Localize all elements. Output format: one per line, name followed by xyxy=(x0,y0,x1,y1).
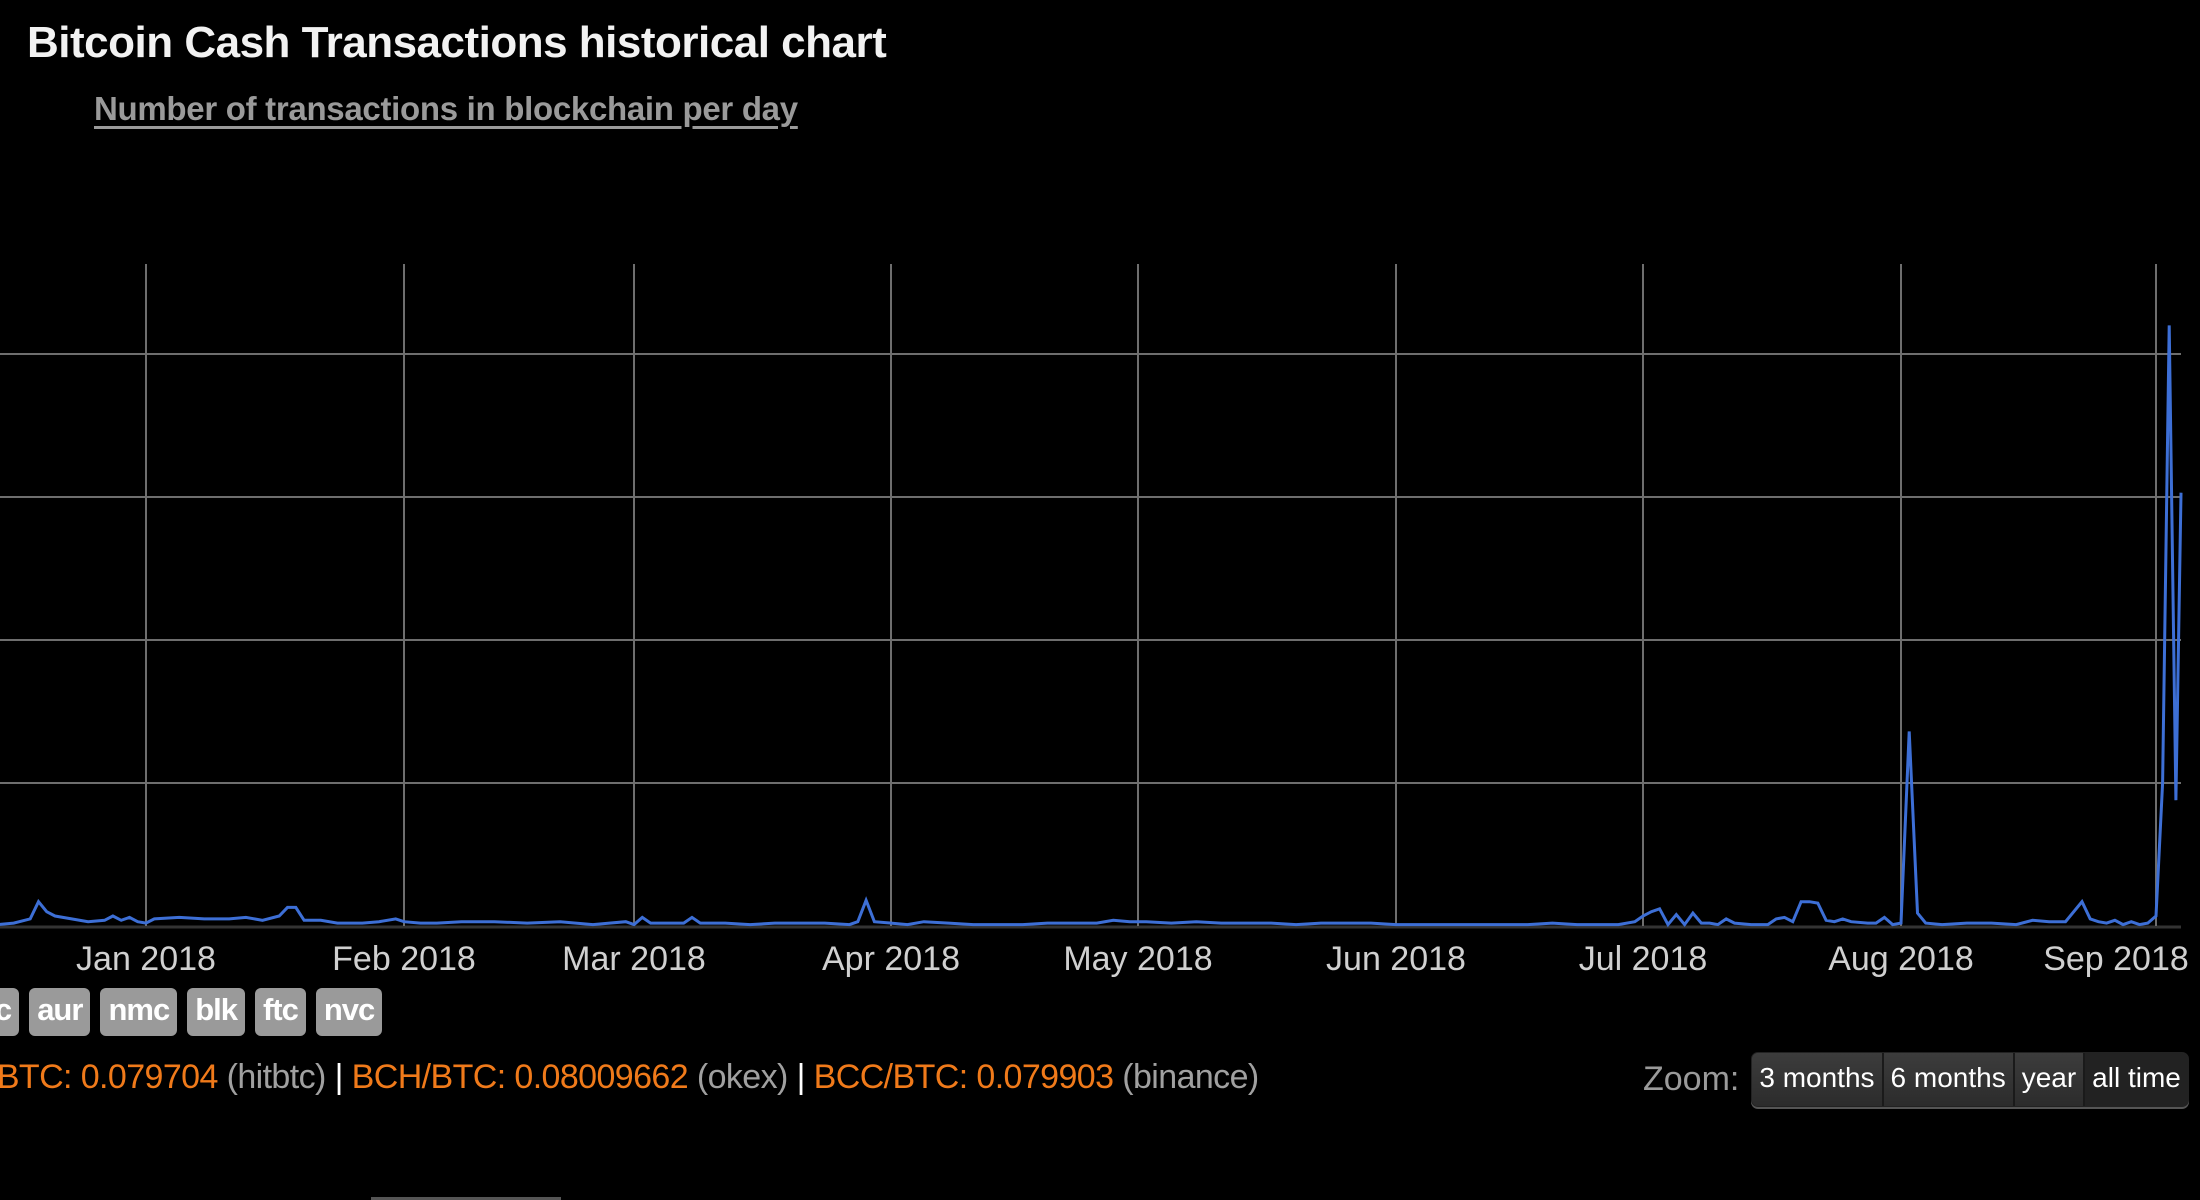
x-tick-label: Mar 2018 xyxy=(562,940,706,978)
price-exchange: (binance) xyxy=(1113,1058,1259,1096)
x-tick-label: Aug 2018 xyxy=(1828,940,1974,978)
zoom-3-months-button[interactable]: 3 months xyxy=(1752,1053,1884,1106)
price-pair[interactable]: BCC/BTC: 0.079903 xyxy=(814,1058,1114,1096)
price-separator: | xyxy=(325,1058,352,1096)
zoom-label: Zoom: xyxy=(1643,1060,1740,1098)
series xyxy=(0,325,2183,928)
currency-tag-ftc[interactable]: ftc xyxy=(254,988,306,1036)
x-tick-label: Jun 2018 xyxy=(1326,940,1466,978)
x-axis-ticks: Jan 2018 Feb 2018 Mar 2018 Apr 2018 May 2018… xyxy=(76,940,2189,978)
x-tick-label: Jul 2018 xyxy=(1579,940,1708,978)
currency-tag-ltc[interactable]: ltc xyxy=(0,988,20,1036)
zoom-button-group: 3 months 6 months year all time xyxy=(1751,1052,2189,1107)
currency-tag-nvc[interactable]: nvc xyxy=(315,988,383,1036)
zoom-year-button[interactable]: year xyxy=(2014,1053,2086,1106)
x-tick-label: May 2018 xyxy=(1063,940,1212,978)
x-tick-label: Feb 2018 xyxy=(332,940,476,978)
price-ticker: /BTC: 0.079704 (hitbtc) | BCH/BTC: 0.080… xyxy=(0,1058,1259,1097)
price-separator: | xyxy=(787,1058,814,1096)
currency-tag-blk[interactable]: blk xyxy=(187,988,245,1036)
price-exchange: (hitbtc) xyxy=(217,1058,327,1096)
zoom-all-time-button[interactable]: all time xyxy=(2085,1053,2188,1106)
grid xyxy=(0,264,2181,929)
currency-tag-aur[interactable]: aur xyxy=(29,988,91,1036)
currency-tags: ltcaurnmcblkftcnvc xyxy=(0,988,383,1036)
x-tick-label: Jan 2018 xyxy=(76,940,216,978)
zoom-6-months-button[interactable]: 6 months xyxy=(1883,1053,2015,1106)
currency-tag-nmc[interactable]: nmc xyxy=(100,988,178,1036)
series-line xyxy=(0,325,2183,928)
zoom-control: Zoom: 3 months 6 months year all time xyxy=(1643,1052,2189,1107)
transactions-chart: Jan 2018 Feb 2018 Mar 2018 Apr 2018 May 2018… xyxy=(0,264,2189,978)
x-tick-label: Apr 2018 xyxy=(822,940,960,978)
price-pair[interactable]: BCH/BTC: 0.08009662 xyxy=(352,1058,689,1096)
x-tick-label: Sep 2018 xyxy=(2043,940,2189,978)
price-exchange: (okex) xyxy=(688,1058,788,1096)
price-pair[interactable]: /BTC: 0.079704 xyxy=(0,1058,218,1096)
